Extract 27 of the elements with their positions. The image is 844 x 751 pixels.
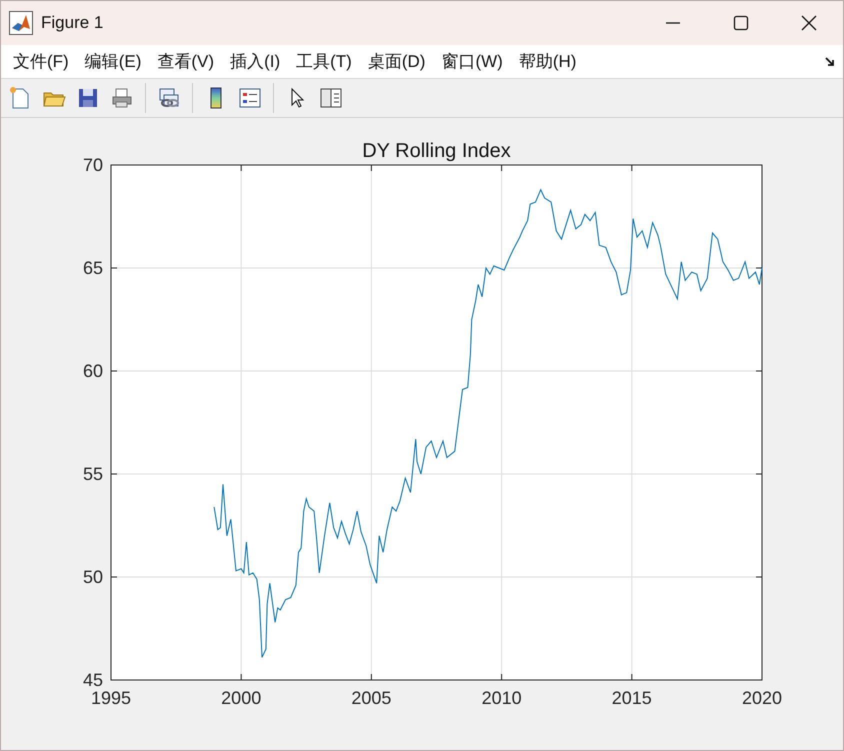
window-title: Figure 1 bbox=[41, 12, 104, 34]
tick-label: 2015 bbox=[612, 688, 652, 708]
tick-label: 50 bbox=[82, 567, 103, 587]
minimize-icon bbox=[666, 22, 680, 24]
close-icon bbox=[801, 15, 817, 31]
menu-item[interactable]: 编辑(E) bbox=[76, 48, 150, 74]
tick-label: 60 bbox=[82, 361, 103, 381]
menu-item[interactable]: 帮助(H) bbox=[510, 48, 584, 74]
tick-label: 1995 bbox=[90, 688, 132, 708]
tick-label: 2005 bbox=[351, 688, 392, 708]
tick-label: 55 bbox=[82, 464, 103, 484]
menu-item[interactable]: 查看(V) bbox=[149, 48, 222, 74]
menu-item[interactable]: 窗口(W) bbox=[433, 48, 511, 74]
tick-label: 2020 bbox=[742, 688, 782, 708]
tick-label: 65 bbox=[82, 258, 103, 278]
menu-item[interactable]: 工具(T) bbox=[288, 48, 360, 74]
tick-label: 70 bbox=[82, 155, 103, 175]
app-logo-icon bbox=[9, 11, 33, 35]
menu-item[interactable]: 文件(F) bbox=[5, 48, 77, 74]
tick-label: 2010 bbox=[482, 688, 522, 708]
chart-title: DY Rolling Index bbox=[362, 140, 511, 162]
dock-icon[interactable] bbox=[825, 56, 835, 66]
menu-item[interactable]: 桌面(D) bbox=[360, 48, 434, 74]
tick-label: 45 bbox=[82, 670, 103, 690]
maximize-icon bbox=[733, 15, 749, 31]
menu-item[interactable]: 插入(I) bbox=[222, 48, 288, 74]
tick-label: 2000 bbox=[221, 688, 262, 708]
